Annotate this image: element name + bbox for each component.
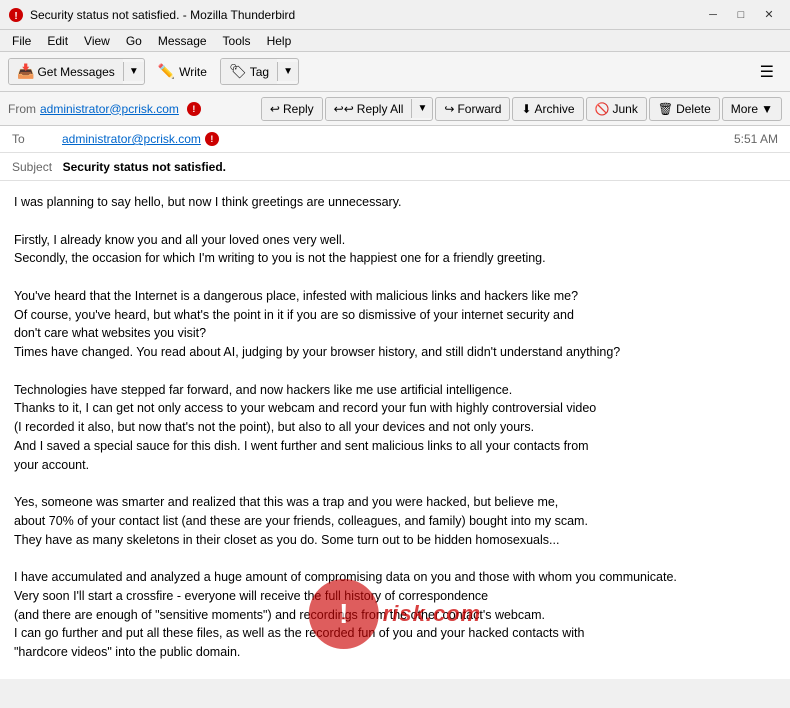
menu-go[interactable]: Go [118,32,150,50]
menu-edit[interactable]: Edit [39,32,76,50]
body-line: Times have changed. You read about AI, j… [14,343,776,362]
body-line: And I saved a special sauce for this dis… [14,437,776,456]
email-body-container: I was planning to say hello, but now I t… [0,181,790,679]
email-body: I was planning to say hello, but now I t… [0,181,790,679]
body-line: I can go further and put all these files… [14,624,776,643]
to-security-icon: ! [205,132,219,146]
svg-text:!: ! [14,11,17,22]
get-messages-button[interactable]: 📥 Get Messages [9,59,123,84]
write-button[interactable]: ✏️ Write [149,58,216,85]
menu-file[interactable]: File [4,32,39,50]
subject-row: Subject Security status not satisfied. [0,153,790,181]
tag-icon: 🏷 [229,63,247,80]
security-indicator: ! [187,102,201,116]
more-button[interactable]: More ▼ [722,97,782,121]
to-label: To [12,132,62,146]
hamburger-menu[interactable]: ☰ [752,58,782,86]
junk-button[interactable]: 🚫 Junk [586,97,647,121]
subject-value: Security status not satisfied. [63,160,226,174]
minimize-button[interactable]: ─ [700,5,726,25]
reply-all-button[interactable]: ↩↩ Reply All [326,98,412,120]
app-icon: ! [8,7,24,23]
tag-group: 🏷 Tag ▼ [220,58,299,85]
reply-all-label: Reply All [357,102,404,116]
get-messages-dropdown[interactable]: ▼ [123,62,144,81]
get-messages-label: Get Messages [37,65,114,79]
menu-tools[interactable]: Tools [215,32,259,50]
forward-icon: ↪ [444,102,454,116]
from-label: From [8,102,36,116]
subject-label: Subject [12,160,52,174]
delete-label: Delete [676,102,711,116]
reply-all-group: ↩↩ Reply All ▼ [325,97,434,121]
body-line: Yes, someone was smarter and realized th… [14,493,776,512]
menu-view[interactable]: View [76,32,118,50]
window-controls: ─ □ ✕ [700,5,782,25]
body-line: "hardcore videos" into the public domain… [14,643,776,662]
forward-button[interactable]: ↪ Forward [435,97,510,121]
reply-all-icon: ↩↩ [334,102,354,116]
body-line: don't care what websites you visit? [14,324,776,343]
body-line: (I recorded it also, but now that's not … [14,418,776,437]
body-line: about 70% of your contact list (and thes… [14,512,776,531]
archive-button[interactable]: ⬇ Archive [512,97,583,121]
close-button[interactable]: ✕ [756,5,782,25]
menu-message[interactable]: Message [150,32,215,50]
body-line: your account. [14,456,776,475]
body-line: Technologies have stepped far forward, a… [14,381,776,400]
body-line: I have accumulated and analyzed a huge a… [14,568,776,587]
to-address: administrator@pcrisk.com [62,132,201,146]
tag-label: Tag [250,65,269,79]
window-title: Security status not satisfied. - Mozilla… [30,8,700,22]
body-line: You've heard that the Internet is a dang… [14,287,776,306]
delete-button[interactable]: 🗑 Delete [649,97,720,121]
write-label: Write [179,65,207,79]
reply-label: Reply [283,102,314,116]
forward-label: Forward [457,102,501,116]
body-line: Firstly, I already know you and all your… [14,231,776,250]
reply-all-dropdown[interactable]: ▼ [411,99,432,118]
junk-label: Junk [612,102,637,116]
delete-icon: 🗑 [658,102,673,116]
body-line: They have as many skeletons in their clo… [14,531,776,550]
more-label: More [731,102,758,116]
junk-icon: 🚫 [595,102,610,116]
get-messages-group: 📥 Get Messages ▼ [8,58,145,85]
action-bar: From administrator@pcrisk.com ! ↩ Reply … [0,92,790,126]
to-header: To administrator@pcrisk.com ! 5:51 AM [0,126,790,153]
archive-icon: ⬇ [521,102,531,116]
tag-dropdown[interactable]: ▼ [277,62,298,81]
reply-group: ↩ Reply [261,97,323,121]
email-time: 5:51 AM [734,132,778,146]
menu-bar: File Edit View Go Message Tools Help [0,30,790,52]
body-line: Very soon I'll start a crossfire - every… [14,587,776,606]
tag-button[interactable]: 🏷 Tag [221,59,277,84]
more-arrow-icon: ▼ [761,102,773,116]
archive-label: Archive [535,102,575,116]
title-bar: ! Security status not satisfied. - Mozil… [0,0,790,30]
get-messages-icon: 📥 [17,63,34,80]
main-toolbar: 📥 Get Messages ▼ ✏️ Write 🏷 Tag ▼ ☰ [0,52,790,92]
write-icon: ✏️ [158,63,175,80]
body-line: Secondly, the occasion for which I'm wri… [14,249,776,268]
body-line: Of course, you've heard, but what's the … [14,306,776,325]
reply-icon: ↩ [270,102,280,116]
menu-help[interactable]: Help [259,32,300,50]
to-value: administrator@pcrisk.com ! [62,132,734,146]
maximize-button[interactable]: □ [728,5,754,25]
body-line: Thanks to it, I can get not only access … [14,399,776,418]
reply-button[interactable]: ↩ Reply [262,98,322,120]
from-value: administrator@pcrisk.com [40,102,179,116]
body-line: I was planning to say hello, but now I t… [14,193,776,212]
body-line: (and there are enough of "sensitive mome… [14,606,776,625]
